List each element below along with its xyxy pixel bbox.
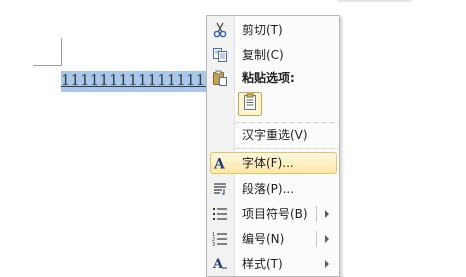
split-separator [316, 206, 317, 222]
menu-item-styles-label: 样式(T) [242, 257, 283, 271]
paste-options-area [234, 88, 338, 120]
menu-item-paragraph[interactable]: 段落(P)... [208, 177, 338, 201]
svg-text:A: A [213, 157, 226, 172]
copy-icon [212, 47, 228, 63]
submenu-arrow-icon[interactable] [325, 260, 329, 268]
margin-crop-mark-vertical [61, 38, 62, 66]
menu-item-cut[interactable]: 剪切(T) [208, 18, 338, 42]
paste-keep-text-only-button[interactable] [238, 92, 262, 116]
menu-item-styles[interactable]: A 样式(T) [208, 252, 338, 276]
submenu-arrow-icon[interactable] [325, 235, 329, 243]
menu-item-reconvert[interactable]: 汉字重选(V) [208, 123, 338, 147]
menu-item-numbering[interactable]: 1 2 3 编号(N) [208, 227, 338, 251]
bullet-list-icon [212, 206, 228, 222]
menu-item-font-label: 字体(F)... [242, 156, 294, 170]
menu-item-copy[interactable]: 复制(C) [208, 43, 338, 67]
menu-item-numbering-label: 编号(N) [242, 232, 285, 246]
margin-crop-mark-horizontal [33, 65, 62, 66]
context-menu: 剪切(T) 复制(C) 粘贴选项: 汉字重选(V) A 字体(F)... 段落(… [206, 15, 340, 277]
menu-item-cut-label: 剪切(T) [242, 23, 283, 37]
menu-item-bullets-label: 项目符号(B) [242, 207, 308, 221]
paste-text-only-icon [242, 93, 258, 115]
svg-text:A: A [212, 257, 224, 272]
numbered-list-icon: 1 2 3 [212, 231, 228, 247]
clipboard-icon [212, 70, 228, 86]
menu-item-paste-options: 粘贴选项: [208, 66, 338, 90]
menu-item-paste-options-label: 粘贴选项: [242, 71, 295, 85]
submenu-arrow-icon[interactable] [325, 210, 329, 218]
scissors-icon [212, 22, 228, 38]
styles-icon: A [212, 256, 228, 272]
font-a-icon: A [212, 155, 228, 172]
menu-item-paragraph-label: 段落(P)... [242, 182, 295, 196]
selected-text[interactable]: 11111111111111111 [61, 71, 207, 92]
menu-item-copy-label: 复制(C) [242, 48, 284, 62]
paragraph-icon [212, 181, 228, 197]
svg-text:3: 3 [212, 242, 215, 247]
menu-separator [236, 148, 338, 149]
split-separator [316, 231, 317, 247]
menu-item-font[interactable]: A 字体(F)... [208, 151, 338, 175]
menu-item-reconvert-label: 汉字重选(V) [242, 128, 308, 142]
menu-item-bullets[interactable]: 项目符号(B) [208, 202, 338, 226]
